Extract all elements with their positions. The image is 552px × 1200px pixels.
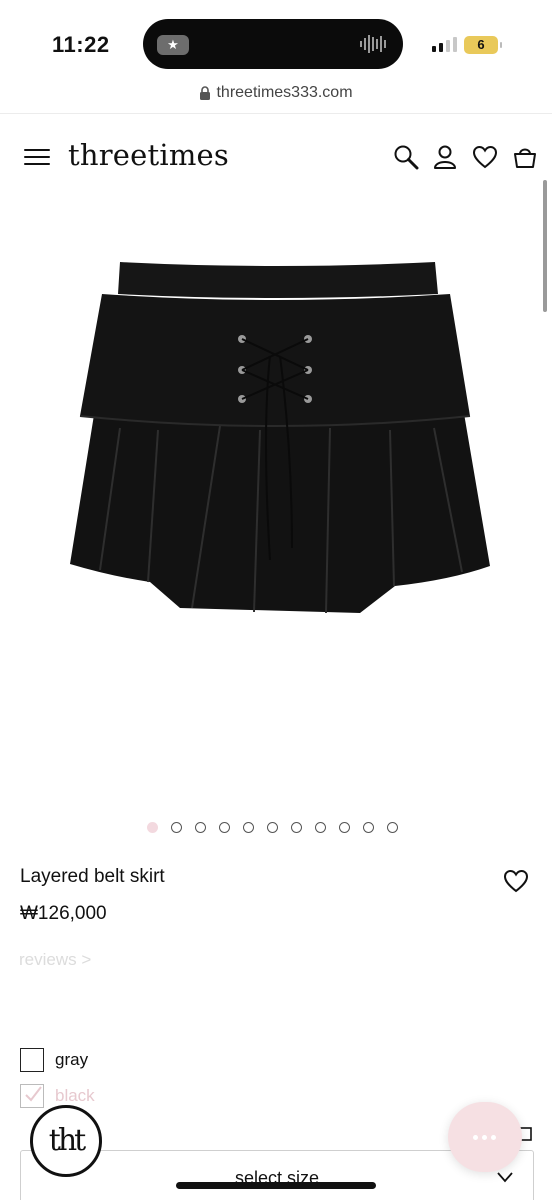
audio-wave-icon bbox=[360, 35, 386, 53]
status-time: 11:22 bbox=[52, 32, 110, 57]
status-bar: 11:22 ★ 6 bbox=[0, 0, 552, 84]
product-image[interactable] bbox=[30, 230, 522, 650]
chat-button[interactable] bbox=[448, 1102, 522, 1172]
product-name: Layered belt skirt bbox=[20, 866, 165, 887]
wishlist-heart-icon[interactable] bbox=[502, 868, 530, 894]
menu-icon[interactable] bbox=[24, 146, 52, 168]
bag-icon[interactable] bbox=[512, 144, 538, 170]
signal-icon bbox=[432, 37, 457, 52]
site-logo[interactable]: threetimes bbox=[68, 138, 229, 172]
page-scrollbar[interactable] bbox=[543, 180, 547, 312]
brand-badge[interactable]: tht bbox=[30, 1105, 102, 1177]
carousel-dot[interactable] bbox=[219, 822, 230, 833]
carousel-dot[interactable] bbox=[195, 822, 206, 833]
image-carousel-dots bbox=[147, 822, 398, 834]
carousel-dot[interactable] bbox=[387, 822, 398, 833]
option-label: gray bbox=[55, 1050, 89, 1069]
carousel-dot[interactable] bbox=[291, 822, 302, 833]
carousel-dot[interactable] bbox=[243, 822, 254, 833]
option-checkbox[interactable] bbox=[20, 1048, 44, 1072]
dynamic-island: ★ bbox=[143, 19, 403, 69]
search-icon[interactable] bbox=[393, 144, 419, 170]
option-checkbox[interactable] bbox=[20, 1084, 44, 1108]
brand-badge-text: tht bbox=[48, 1123, 86, 1158]
reviews-link[interactable]: reviews > bbox=[19, 950, 91, 970]
option-label: black bbox=[55, 1086, 95, 1105]
url-text: threetimes333.com bbox=[216, 84, 353, 101]
island-app-icon: ★ bbox=[157, 35, 189, 55]
home-indicator[interactable] bbox=[176, 1182, 376, 1189]
carousel-dot[interactable] bbox=[147, 822, 158, 833]
url-bar[interactable]: threetimes333.com bbox=[0, 84, 552, 114]
carousel-dot[interactable] bbox=[267, 822, 278, 833]
user-icon[interactable] bbox=[432, 144, 458, 170]
carousel-dot[interactable] bbox=[315, 822, 326, 833]
carousel-dot[interactable] bbox=[363, 822, 374, 833]
chevron-down-icon bbox=[497, 1172, 513, 1183]
option-gray[interactable]: gray bbox=[20, 1047, 88, 1073]
chat-bubble-icon bbox=[473, 1135, 496, 1140]
site-header: threetimes bbox=[0, 114, 552, 198]
heart-icon[interactable] bbox=[472, 144, 498, 170]
carousel-dot[interactable] bbox=[171, 822, 182, 833]
carousel-dot[interactable] bbox=[339, 822, 350, 833]
battery-icon: 6 bbox=[464, 36, 502, 54]
lock-icon bbox=[200, 86, 211, 100]
product-price: ₩126,000 bbox=[20, 903, 107, 924]
check-icon bbox=[25, 1086, 42, 1102]
